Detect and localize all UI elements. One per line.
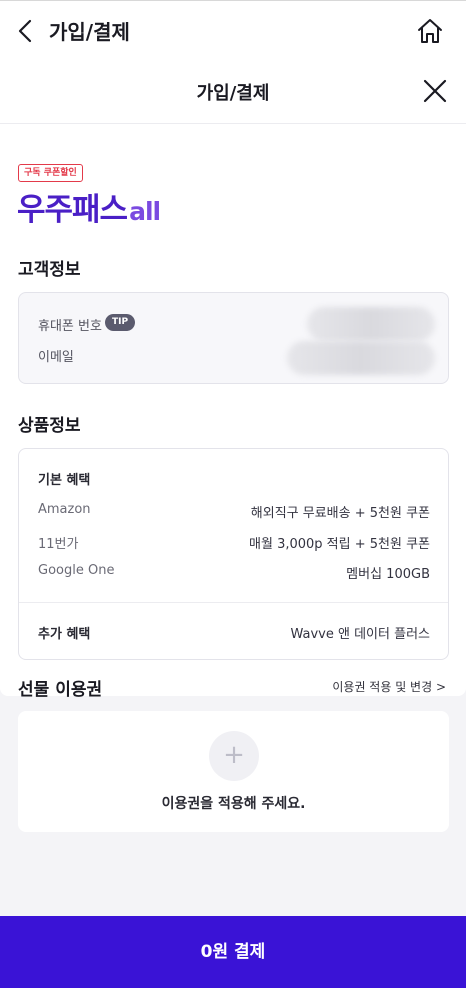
customer-info-card: 휴대폰 번호 TIP 이메일 (18, 292, 449, 384)
brand-name: 우주패스 (17, 192, 128, 228)
sheet-header: 가입/결제 (0, 60, 466, 124)
gift-voucher-title: 선물 이용권 (18, 680, 103, 700)
voucher-card[interactable]: + 이용권을 적용해 주세요. (18, 711, 449, 832)
benefit-row-value: 멤버십 100GB (346, 567, 430, 582)
extra-benefit-heading: 추가 혜택 (38, 627, 91, 642)
email-value-redacted (287, 341, 435, 375)
sheet-title: 가입/결제 (196, 83, 270, 104)
app-bar-title: 가입/결제 (49, 20, 130, 44)
back-arrow-icon[interactable] (14, 17, 40, 45)
benefit-row-label: Amazon (38, 502, 91, 517)
voucher-apply-change-link[interactable]: 이용권 적용 및 변경 > (332, 678, 446, 695)
extra-benefit-value: Wavve 앤 데이터 플러스 (290, 627, 431, 642)
phone-label: 휴대폰 번호 (38, 319, 102, 334)
benefit-row-label: Google One (38, 563, 115, 578)
add-voucher-button[interactable]: + (209, 731, 259, 781)
signup-payment-sheet: 가입/결제 구독 쿠폰할인 우주패스all 고객정보 휴대폰 번호 TIP 이메… (0, 60, 466, 696)
product-info-card: 기본 혜택 Amazon 해외직구 무료배송 + 5천원 쿠폰 11번가 매월 … (18, 448, 449, 660)
customer-info-title: 고객정보 (18, 260, 81, 280)
voucher-empty-message: 이용권을 적용해 주세요. (161, 796, 306, 812)
brand-suffix: all (129, 197, 161, 226)
close-icon[interactable] (422, 78, 448, 104)
benefit-divider (19, 602, 448, 603)
phone-value-redacted (307, 307, 435, 341)
product-info-title: 상품정보 (18, 416, 81, 436)
benefit-row-value: 매월 3,000p 적립 + 5천원 쿠폰 (249, 537, 430, 552)
basic-benefit-heading: 기본 혜택 (38, 473, 91, 488)
uzupass-logo: 우주패스all (17, 184, 161, 228)
benefit-row-value: 해외직구 무료배송 + 5천원 쿠폰 (250, 506, 430, 521)
home-icon[interactable] (416, 17, 444, 45)
email-label: 이메일 (38, 350, 74, 365)
tip-badge[interactable]: TIP (105, 314, 136, 331)
benefit-row-label: 11번가 (38, 537, 79, 552)
coupon-discount-badge: 구독 쿠폰할인 (18, 164, 83, 182)
pay-button[interactable]: 0원 결제 (0, 916, 466, 988)
app-top-bar: 가입/결제 (0, 0, 466, 60)
